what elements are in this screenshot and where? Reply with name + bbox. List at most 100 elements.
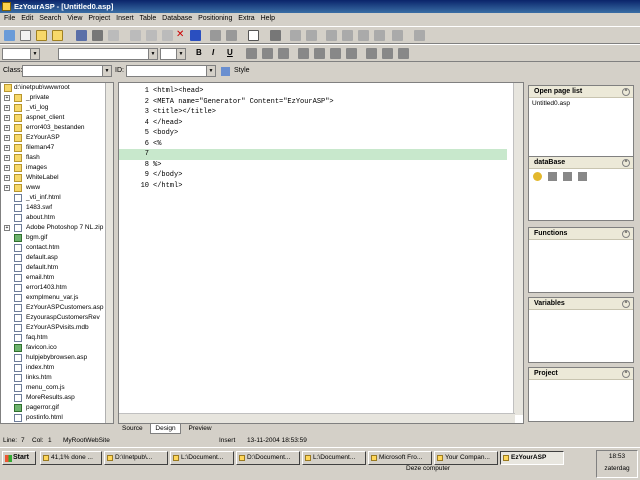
code-line[interactable]: 8 %>	[119, 160, 507, 171]
text-size-icon[interactable]	[398, 48, 409, 59]
numbered-list-icon[interactable]	[298, 48, 309, 59]
tree-file[interactable]: + Adobe Photoshop 7 NL.zip	[1, 223, 113, 233]
list-icon[interactable]	[270, 30, 281, 41]
code-line[interactable]: 10 </html>	[119, 181, 507, 192]
code-editor[interactable]: 1 <html><head> 2 <META name="Generator" Con…	[118, 82, 524, 424]
code-line[interactable]: 2 <META name="Generator" Content="EzYourA…	[119, 97, 507, 108]
id-select[interactable]: ▼	[126, 65, 216, 77]
tree-folder[interactable]: + _private	[1, 93, 113, 103]
menu-help[interactable]: Help	[261, 15, 275, 22]
taskbar-button[interactable]: D:\Inetpub\...	[104, 451, 168, 465]
expand-icon[interactable]: +	[4, 175, 10, 181]
tree-file[interactable]: hulpjebybrowsen.asp	[1, 353, 113, 363]
tree-folder[interactable]: + EzYourASP	[1, 133, 113, 143]
tree-file[interactable]: _vti_inf.html	[1, 193, 113, 203]
outdent-icon[interactable]	[330, 48, 341, 59]
tree-file[interactable]: default.htm	[1, 263, 113, 273]
copy-icon[interactable]	[146, 30, 157, 41]
tree-folder[interactable]: + www	[1, 183, 113, 193]
tree-file[interactable]: favicon.ico	[1, 343, 113, 353]
delete-icon[interactable]: ✕	[176, 30, 187, 41]
font-select[interactable]: ▼	[58, 48, 158, 60]
font-color-icon[interactable]	[366, 48, 377, 59]
link-icon[interactable]	[342, 30, 353, 41]
taskbar-button[interactable]: D:\Document...	[236, 451, 300, 465]
tree-file[interactable]: email.htm	[1, 273, 113, 283]
image-icon[interactable]	[326, 30, 337, 41]
expand-icon[interactable]: +	[4, 165, 10, 171]
collapse-icon[interactable]: ⌃	[622, 230, 630, 238]
table-icon[interactable]	[248, 30, 259, 41]
panel-header[interactable]: Functions ⌃	[529, 228, 633, 240]
expand-icon[interactable]: +	[4, 95, 10, 101]
code-line[interactable]: 3 <title></title>	[119, 107, 507, 118]
paragraph-icon[interactable]	[392, 30, 403, 41]
tree-file[interactable]: links.htm	[1, 373, 113, 383]
tree-file[interactable]: default.asp	[1, 253, 113, 263]
new-file-icon[interactable]	[20, 30, 31, 41]
tree-file[interactable]: EzyouraspCustomersRev	[1, 313, 113, 323]
code-line[interactable]: 7	[119, 149, 507, 160]
code-line[interactable]: 9 </body>	[119, 170, 507, 181]
tree-file[interactable]: bgm.gif	[1, 233, 113, 243]
indent-icon[interactable]	[346, 48, 357, 59]
panel-header[interactable]: Project ⌃	[529, 368, 633, 380]
taskbar-button[interactable]: L:\Document...	[170, 451, 234, 465]
tree-file[interactable]: about.htm	[1, 213, 113, 223]
tree-file[interactable]: index.htm	[1, 363, 113, 373]
menu-extra[interactable]: Extra	[238, 15, 254, 22]
bullet-list-icon[interactable]	[314, 48, 325, 59]
code-line[interactable]: 6 <%	[119, 139, 507, 150]
table-db-icon[interactable]	[548, 172, 557, 181]
style-select[interactable]: ▼	[2, 48, 40, 60]
expand-icon[interactable]: +	[4, 185, 10, 191]
layer-icon[interactable]	[374, 30, 385, 41]
new-wizard-icon[interactable]	[4, 30, 15, 41]
tree-file[interactable]: contact.htm	[1, 243, 113, 253]
tree-file[interactable]: faq.htm	[1, 333, 113, 343]
recordset-icon[interactable]	[578, 172, 587, 181]
tree-folder[interactable]: + aspnet_client	[1, 113, 113, 123]
tree-root[interactable]: d:\inetpub\wwwroot	[1, 83, 113, 93]
cut-icon[interactable]	[130, 30, 141, 41]
menu-database[interactable]: Database	[162, 15, 192, 22]
code-line[interactable]: 5 <body>	[119, 128, 507, 139]
open-folder-icon[interactable]	[36, 30, 47, 41]
tree-folder[interactable]: + WhiteLabel	[1, 173, 113, 183]
redo-icon[interactable]	[226, 30, 237, 41]
menu-insert[interactable]: Insert	[116, 15, 134, 22]
menu-file[interactable]: File	[4, 15, 15, 22]
query-icon[interactable]	[563, 172, 572, 181]
menu-edit[interactable]: Edit	[21, 15, 33, 22]
size-select[interactable]: ▼	[160, 48, 186, 60]
italic-button[interactable]: I	[212, 48, 214, 57]
save-icon[interactable]	[76, 30, 87, 41]
tree-folder[interactable]: + flash	[1, 153, 113, 163]
tree-scrollbar[interactable]	[105, 83, 113, 423]
open-page-item[interactable]: Untitled0.asp	[532, 100, 630, 107]
tree-file[interactable]: menu_com.js	[1, 383, 113, 393]
taskbar-button[interactable]: Your Compan...	[434, 451, 498, 465]
align-center-icon[interactable]	[262, 48, 273, 59]
tree-file[interactable]: postinfo.html	[1, 413, 113, 423]
underline-button[interactable]: U	[227, 48, 233, 57]
field-icon[interactable]	[306, 30, 317, 41]
expand-icon[interactable]: +	[4, 155, 10, 161]
paste-icon[interactable]	[162, 30, 173, 41]
print-icon[interactable]	[92, 30, 103, 41]
desktop-toolbar-label[interactable]: Deze computer	[406, 465, 450, 472]
taskbar-button[interactable]: L:\Document...	[302, 451, 366, 465]
editor-horizontal-scrollbar[interactable]	[119, 413, 515, 423]
code-line[interactable]: 4 </head>	[119, 118, 507, 129]
expand-icon[interactable]: +	[4, 125, 10, 131]
collapse-icon[interactable]: ⌃	[622, 370, 630, 378]
connect-database-icon[interactable]	[533, 172, 542, 181]
taskbar-button[interactable]: Microsoft Fro...	[368, 451, 432, 465]
style-icon[interactable]	[221, 67, 230, 76]
collapse-icon[interactable]: ⌃	[622, 159, 630, 167]
tab-source[interactable]: Source	[118, 424, 147, 433]
editor-vertical-scrollbar[interactable]	[513, 83, 523, 415]
stop-icon[interactable]	[190, 30, 201, 41]
undo-icon[interactable]	[210, 30, 221, 41]
expand-icon[interactable]: +	[4, 225, 10, 231]
